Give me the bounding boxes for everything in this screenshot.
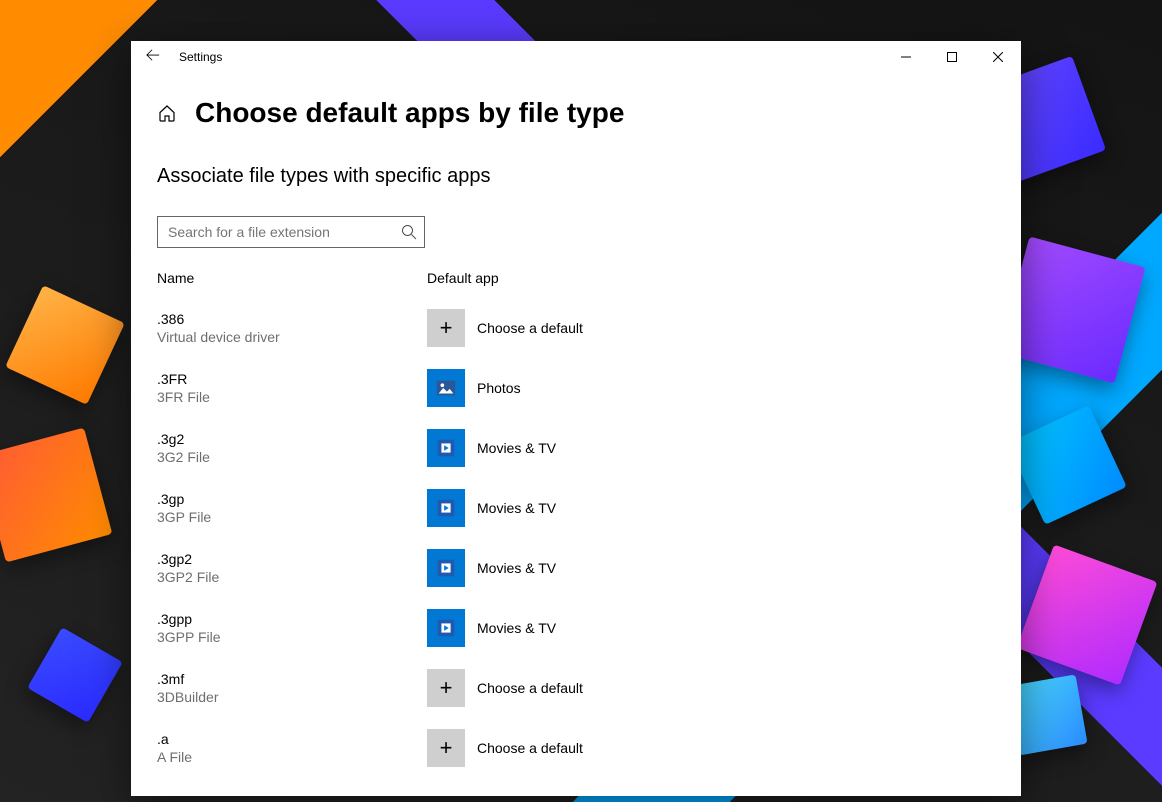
file-extension: .3mf: [157, 671, 427, 687]
back-button[interactable]: [131, 41, 175, 73]
file-extension: .3gp: [157, 491, 427, 507]
file-type-row: .3mf 3DBuilder + Choose a default: [157, 658, 995, 718]
file-description: Virtual device driver: [157, 329, 427, 345]
file-extension: .3gpp: [157, 611, 427, 627]
default-app-label: Movies & TV: [477, 500, 556, 516]
file-description: 3DBuilder: [157, 689, 427, 705]
file-type-row: .3FR 3FR File Photos: [157, 358, 995, 418]
default-app-cell[interactable]: + Choose a default: [427, 309, 583, 347]
default-app-cell[interactable]: + Choose a default: [427, 669, 583, 707]
decoration: [1007, 405, 1127, 525]
page-title: Choose default apps by file type: [195, 97, 624, 129]
file-description: 3GPP File: [157, 629, 427, 645]
file-type-row: .3gpp 3GPP File Movies & TV: [157, 598, 995, 658]
file-type-row: .3gp 3GP File Movies & TV: [157, 478, 995, 538]
page-subheading: Associate file types with specific apps: [157, 165, 995, 188]
default-app-cell[interactable]: Movies & TV: [427, 609, 556, 647]
app-button-movies-tv[interactable]: [427, 549, 465, 587]
file-description: A File: [157, 749, 427, 765]
minimize-icon: [901, 52, 911, 62]
default-app-label: Movies & TV: [477, 440, 556, 456]
title-bar: Settings: [131, 41, 1021, 73]
plus-icon: +: [440, 675, 453, 701]
window-title: Settings: [175, 50, 222, 64]
file-description: 3GP File: [157, 509, 427, 525]
movies-tv-app-icon: [435, 497, 457, 519]
settings-window: Settings Choose default apps by file typ…: [131, 41, 1021, 796]
maximize-button[interactable]: [929, 41, 975, 73]
default-app-label: Choose a default: [477, 740, 583, 756]
file-description: 3FR File: [157, 389, 427, 405]
decoration: [5, 285, 125, 405]
file-extension: .a: [157, 731, 427, 747]
file-type-row: .3g2 3G2 File Movies & TV: [157, 418, 995, 478]
close-button[interactable]: [975, 41, 1021, 73]
file-type-row: .3gp2 3GP2 File Movies & TV: [157, 538, 995, 598]
default-app-cell[interactable]: Movies & TV: [427, 429, 556, 467]
file-extension: .386: [157, 311, 427, 327]
app-button-movies-tv[interactable]: [427, 609, 465, 647]
plus-icon: +: [440, 315, 453, 341]
close-icon: [993, 52, 1003, 62]
column-header-name: Name: [157, 270, 427, 286]
app-button-movies-tv[interactable]: [427, 489, 465, 527]
default-app-cell[interactable]: Movies & TV: [427, 489, 556, 527]
default-app-label: Movies & TV: [477, 560, 556, 576]
default-app-cell[interactable]: Movies & TV: [427, 549, 556, 587]
default-app-label: Photos: [477, 380, 521, 396]
file-extension: .3FR: [157, 371, 427, 387]
choose-default-button[interactable]: +: [427, 309, 465, 347]
default-app-cell[interactable]: + Choose a default: [427, 729, 583, 767]
decoration: [27, 627, 123, 723]
minimize-button[interactable]: [883, 41, 929, 73]
default-app-label: Movies & TV: [477, 620, 556, 636]
movies-tv-app-icon: [435, 437, 457, 459]
file-extension: .3gp2: [157, 551, 427, 567]
movies-tv-app-icon: [435, 617, 457, 639]
movies-tv-app-icon: [435, 557, 457, 579]
search-input[interactable]: [157, 216, 425, 248]
arrow-left-icon: [146, 48, 160, 62]
decoration: [0, 428, 112, 563]
default-app-cell[interactable]: Photos: [427, 369, 521, 407]
app-button-photos[interactable]: [427, 369, 465, 407]
app-button-movies-tv[interactable]: [427, 429, 465, 467]
file-description: 3GP2 File: [157, 569, 427, 585]
photos-app-icon: [435, 377, 457, 399]
column-header-app: Default app: [427, 270, 499, 286]
file-type-row: .a A File + Choose a default: [157, 718, 995, 778]
file-extension: .3g2: [157, 431, 427, 447]
home-icon[interactable]: [157, 103, 177, 123]
file-description: 3G2 File: [157, 449, 427, 465]
choose-default-button[interactable]: +: [427, 729, 465, 767]
default-app-label: Choose a default: [477, 320, 583, 336]
choose-default-button[interactable]: +: [427, 669, 465, 707]
file-type-row: .386 Virtual device driver + Choose a defau…: [157, 298, 995, 358]
default-app-label: Choose a default: [477, 680, 583, 696]
maximize-icon: [947, 52, 957, 62]
decoration: [1017, 545, 1158, 686]
plus-icon: +: [440, 735, 453, 761]
search-icon: [401, 224, 417, 240]
